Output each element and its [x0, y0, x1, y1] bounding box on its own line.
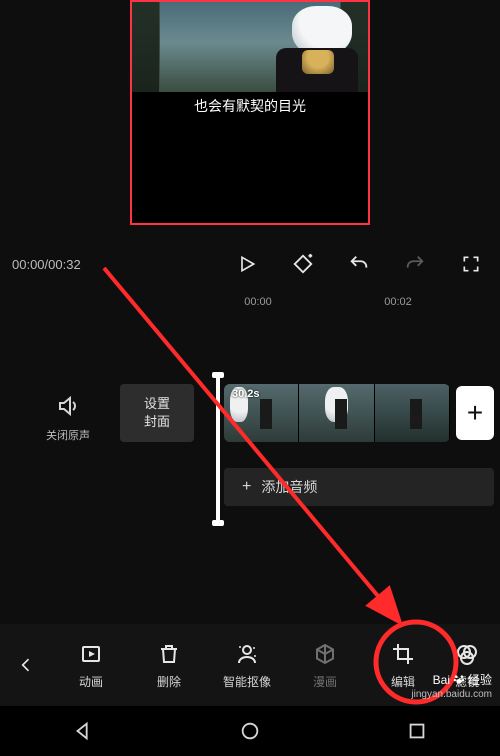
watermark-brand-suffix: 经验	[468, 673, 492, 687]
plus-icon: +	[242, 478, 251, 496]
toolbar-item-label: 动画	[79, 673, 103, 690]
clip-thumbnail	[299, 384, 374, 442]
fullscreen-button[interactable]	[460, 253, 482, 275]
redo-button[interactable]	[404, 253, 426, 275]
toolbar-back-button[interactable]	[0, 624, 52, 706]
speaker-icon	[56, 394, 80, 418]
preview-frame	[132, 2, 368, 92]
mute-audio-label: 关闭原声	[40, 427, 96, 443]
set-cover-line1: 设置	[144, 395, 170, 413]
watermark-brand-prefix: Bai	[433, 673, 450, 687]
video-preview[interactable]: 也会有默契的目光	[130, 0, 370, 225]
timeline-ruler[interactable]: 00:00 00:02	[0, 296, 500, 316]
keyframe-add-button[interactable]	[292, 253, 314, 275]
plus-icon: +	[467, 397, 483, 429]
toolbar-item-label: 智能抠像	[223, 673, 271, 690]
video-clip[interactable]: 30.2s	[224, 384, 450, 442]
watermark: Bai 经验 jingyan.baidu.com	[411, 672, 492, 702]
toolbar-item-comic[interactable]: 漫画	[286, 624, 364, 706]
add-audio-track[interactable]: + 添加音频	[224, 468, 494, 506]
system-nav-bar	[0, 706, 500, 756]
playhead[interactable]	[216, 374, 220, 524]
filter-icon	[454, 641, 480, 667]
set-cover-button[interactable]: 设置 封面	[120, 384, 194, 442]
ruler-tick-label: 00:00	[244, 296, 272, 308]
nav-recent-button[interactable]	[406, 720, 428, 742]
toolbar-item-smart-cutout[interactable]: 智能抠像	[208, 624, 286, 706]
toolbar-item-animation[interactable]: 动画	[52, 624, 130, 706]
video-preview-area: 也会有默契的目光	[0, 0, 500, 238]
animation-icon	[78, 641, 104, 667]
undo-button[interactable]	[348, 253, 370, 275]
nav-home-button[interactable]	[239, 720, 261, 742]
add-clip-button[interactable]: +	[456, 386, 494, 440]
timeline-area: 关闭原声 设置 封面 30.2s + + 添加音频	[0, 370, 500, 550]
watermark-url: jingyan.baidu.com	[411, 688, 492, 702]
set-cover-line2: 封面	[144, 413, 170, 431]
crop-icon	[390, 641, 416, 667]
cube-icon	[312, 641, 338, 667]
toolbar-item-label: 删除	[157, 673, 181, 690]
clip-thumbnail	[375, 384, 450, 442]
toolbar-item-delete[interactable]: 删除	[130, 624, 208, 706]
paw-icon	[452, 672, 466, 688]
mute-audio-button[interactable]: 关闭原声	[40, 394, 96, 443]
add-audio-label: 添加音频	[261, 477, 317, 497]
toolbar-item-label: 漫画	[313, 673, 337, 690]
person-cutout-icon	[234, 641, 260, 667]
chevron-left-icon	[16, 655, 36, 675]
play-button[interactable]	[236, 253, 258, 275]
ruler-tick-label: 00:02	[384, 296, 412, 308]
transport-bar: 00:00/00:32	[0, 248, 500, 280]
nav-back-button[interactable]	[72, 720, 94, 742]
timecode-label: 00:00/00:32	[12, 257, 81, 272]
clip-duration-label: 30.2s	[232, 388, 260, 400]
preview-subtitle: 也会有默契的目光	[132, 96, 368, 116]
trash-icon	[156, 641, 182, 667]
